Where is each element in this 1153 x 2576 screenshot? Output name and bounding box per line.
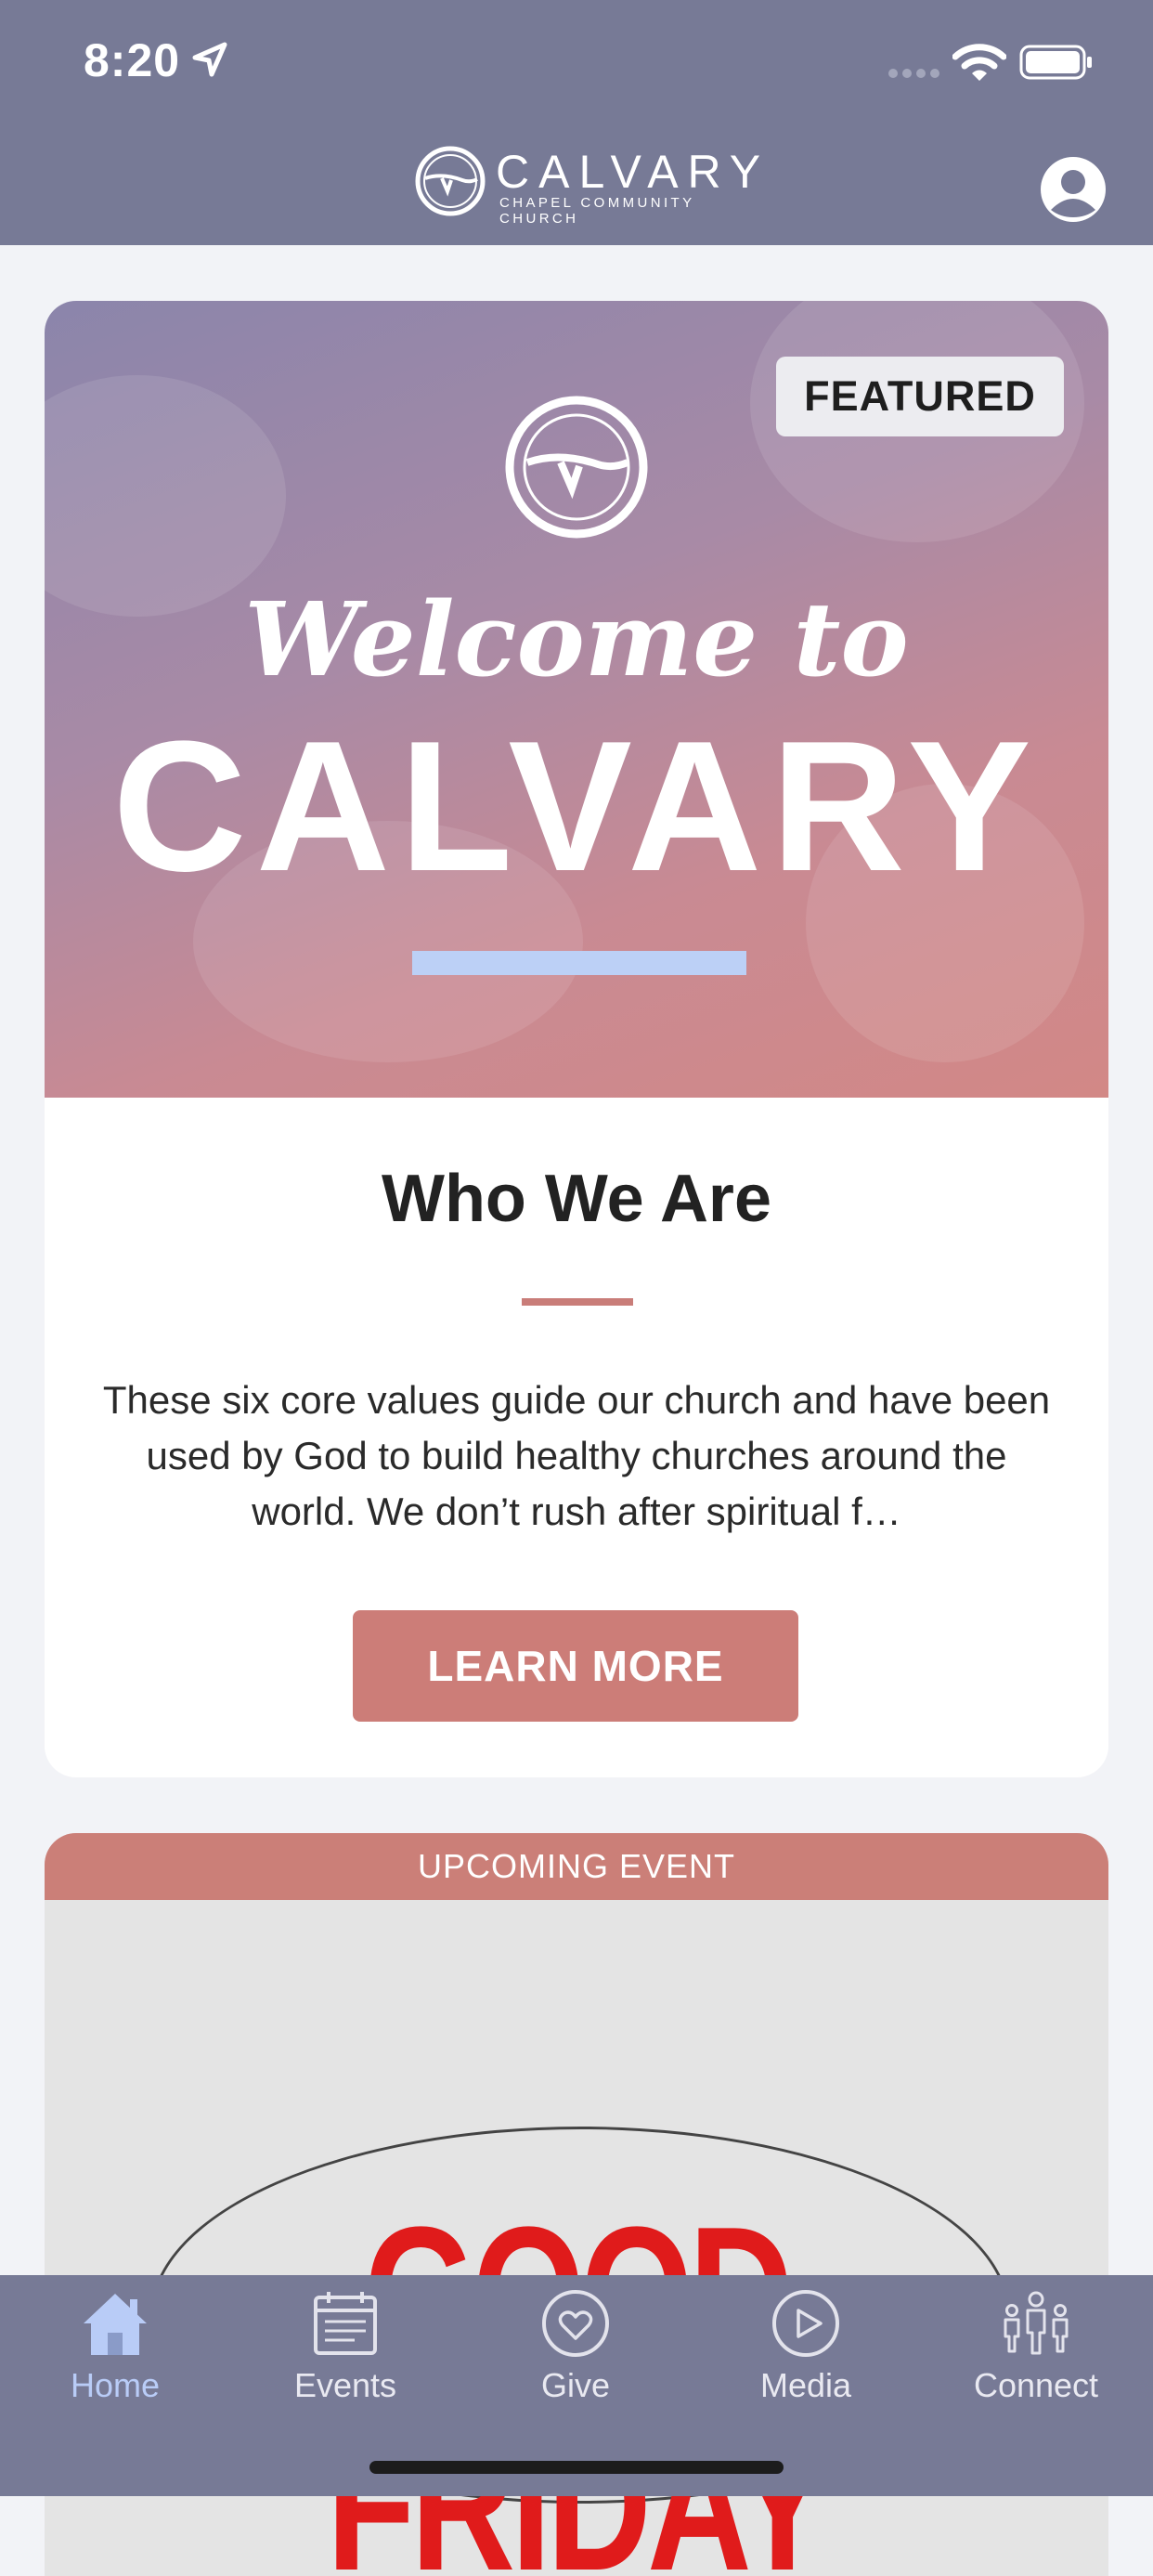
play-icon [691, 2288, 921, 2359]
featured-hero-image: FEATURED Welcome to CALVARY [45, 301, 1108, 1098]
profile-button[interactable] [1040, 156, 1107, 223]
tab-label: Events [293, 2366, 397, 2404]
cellular-signal-icon [887, 67, 941, 85]
logo-subtitle: CHAPEL COMMUNITY CHURCH [499, 195, 695, 227]
hero-brand-text: CALVARY [112, 703, 1041, 910]
location-arrow-icon [191, 41, 228, 83]
tab-home[interactable]: Home [0, 2288, 230, 2427]
card-description: These six core values guide our church a… [102, 1378, 1051, 1533]
tab-label: Connect [973, 2366, 1099, 2404]
wifi-icon [952, 43, 1007, 88]
calendar-icon [230, 2288, 460, 2359]
calvary-emblem-icon [505, 396, 648, 543]
heart-icon [460, 2288, 691, 2359]
event-banner: UPCOMING EVENT [45, 1833, 1108, 1900]
title-divider [522, 1298, 633, 1306]
tab-label: Media [759, 2366, 852, 2404]
featured-badge: FEATURED [776, 357, 1064, 436]
card-title: Who We Are [381, 1162, 771, 1236]
battery-icon [1019, 45, 1094, 85]
home-icon [0, 2288, 230, 2359]
calvary-emblem-icon [414, 145, 486, 222]
app-header: 8:20 CALVARY CHAPEL COMMUNITY CHURCH [0, 0, 1153, 245]
tab-label: Give [540, 2366, 611, 2404]
tab-media[interactable]: Media [691, 2288, 921, 2427]
user-circle-icon [1040, 157, 1107, 227]
hero-accent-bar [412, 951, 746, 975]
logo-title: CALVARY [496, 146, 771, 198]
status-time: 8:20 [84, 34, 181, 86]
tab-label: Home [70, 2366, 161, 2404]
tab-give[interactable]: Give [460, 2288, 691, 2427]
home-indicator[interactable] [369, 2461, 784, 2474]
tab-events[interactable]: Events [230, 2288, 460, 2427]
tab-connect[interactable]: Connect [921, 2288, 1151, 2427]
hero-welcome-text: Welcome to [244, 579, 909, 699]
church-logo: CALVARY CHAPEL COMMUNITY CHURCH [414, 145, 760, 227]
learn-more-button[interactable]: LEARN MORE [353, 1610, 798, 1722]
people-icon [921, 2288, 1151, 2359]
featured-card[interactable]: FEATURED Welcome to CALVARY Who We Are T… [45, 301, 1108, 1777]
